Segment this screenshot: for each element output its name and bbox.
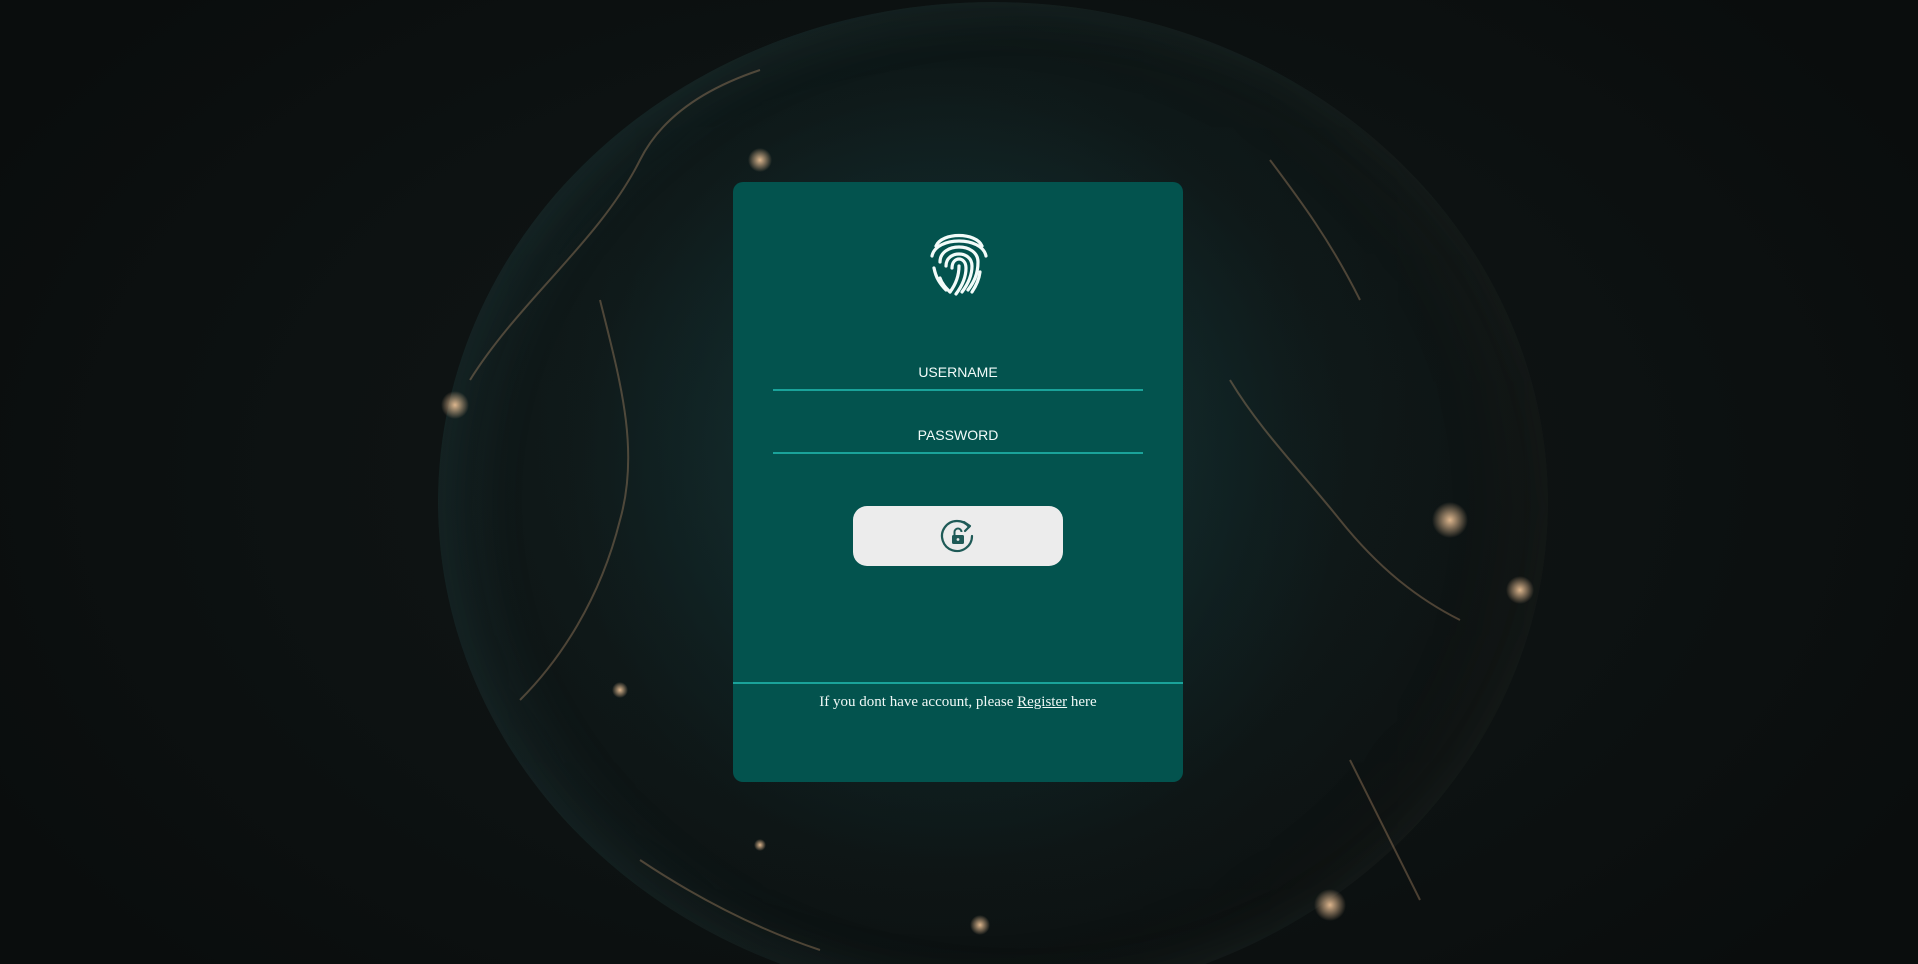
register-prompt-suffix: here [1067, 694, 1097, 710]
footer-divider [733, 682, 1183, 684]
password-input[interactable] [773, 418, 1143, 454]
login-button[interactable] [853, 506, 1063, 566]
rotate-unlock-icon [940, 519, 974, 553]
fingerprint-icon [930, 234, 988, 296]
register-prompt-prefix: If you dont have account, please [819, 694, 1018, 710]
username-input[interactable] [773, 355, 1143, 391]
login-card: If you dont have account, please Registe… [733, 182, 1183, 782]
register-prompt: If you dont have account, please Registe… [733, 694, 1183, 711]
register-link[interactable]: Register [1017, 694, 1067, 710]
